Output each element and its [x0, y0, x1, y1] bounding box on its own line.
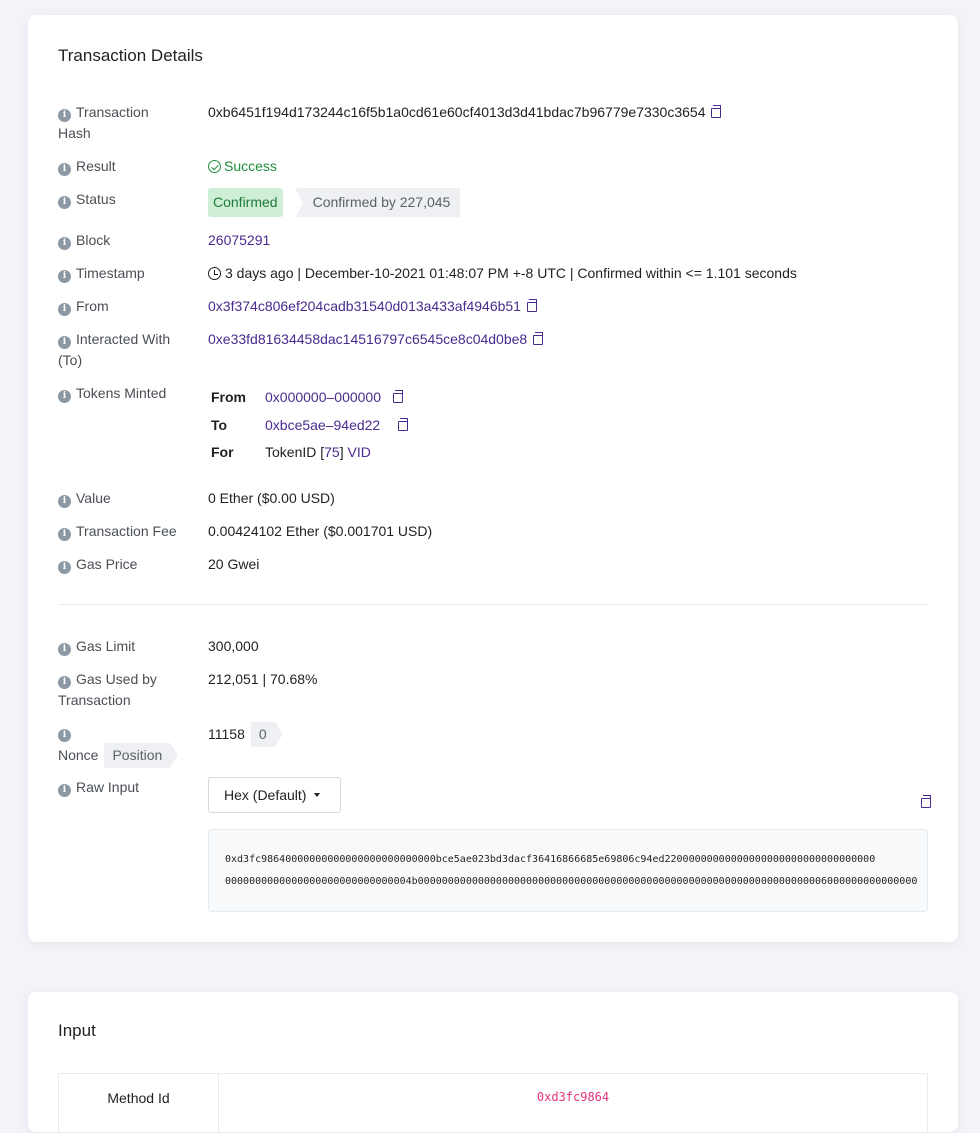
gas-used-label: i Gas Used by Transaction [58, 671, 157, 708]
to-label: i Interacted With (To) [58, 331, 171, 368]
value-text: 0 Ether ($0.00 USD) [208, 490, 335, 506]
position-badge: 0 [250, 722, 283, 747]
info-icon[interactable]: i [58, 495, 71, 508]
gas-limit-label: i Gas Limit [58, 636, 198, 657]
nonce-text: 11158 [208, 726, 245, 742]
info-icon[interactable]: i [58, 336, 71, 349]
info-icon[interactable]: i [58, 643, 71, 656]
token-id-link[interactable]: 75 [324, 444, 340, 460]
result-label: i Result [58, 156, 198, 177]
method-id-label: Method Id [59, 1074, 219, 1132]
from-value: 0x3f374c806ef204cadb31540d013a433af4946b… [208, 296, 537, 317]
gas-limit-text: 300,000 [208, 638, 259, 654]
value-label: i Value [58, 488, 198, 509]
copy-icon[interactable] [398, 418, 409, 431]
input-card: Input Method Id 0xd3fc9864 [28, 992, 958, 1133]
caret-down-icon [314, 793, 321, 797]
info-icon[interactable]: i [58, 270, 71, 283]
token-from-row: From 0x000000–000000 [211, 387, 404, 408]
transaction-details-card: Transaction Details i Transaction Hash 0xb… [28, 15, 958, 942]
tx-hash-label: i Transaction Hash [58, 104, 149, 141]
copy-icon[interactable] [526, 299, 537, 312]
nonce-label: i Nonce Position [58, 722, 208, 768]
info-icon[interactable]: i [58, 109, 71, 122]
copy-icon[interactable] [921, 795, 931, 808]
token-to-link[interactable]: 0xbce5ae–94ed22 [265, 417, 380, 433]
copy-icon[interactable] [533, 332, 544, 345]
raw-input-line-2: 0000000000000000000000000000004b00000000… [225, 876, 918, 887]
info-icon[interactable]: i [58, 303, 71, 316]
info-icon[interactable]: i [58, 528, 71, 541]
clock-icon [208, 267, 221, 280]
result-value: Success [208, 156, 277, 177]
status-value: Confirmed Confirmed by 227,045 [208, 188, 461, 218]
info-icon[interactable]: i [58, 676, 71, 689]
tx-hash-value: 0xb6451f194d173244c16f5b1a0cd61e60cf4013… [208, 102, 722, 123]
info-icon[interactable]: i [58, 390, 71, 403]
nonce-value: 11158 0 [208, 722, 283, 747]
input-title: Input [58, 1021, 96, 1040]
info-icon[interactable]: i [58, 784, 71, 797]
block-label: i Block [58, 230, 198, 251]
confirmations-badge: Confirmed by 227,045 [294, 188, 461, 218]
status-label: i Status [58, 189, 198, 210]
raw-input-line-1: 0xd3fc98640000000000000000000000000bce5a… [225, 854, 876, 865]
copy-icon[interactable] [393, 390, 404, 403]
status-badge: Confirmed [208, 188, 283, 217]
tokens-minted-label: i Tokens Minted [58, 383, 198, 404]
token-from-link[interactable]: 0x000000–000000 [265, 389, 381, 405]
raw-input-label: i Raw Input [58, 777, 198, 798]
method-id-value: 0xd3fc9864 [536, 1090, 610, 1104]
token-name-link[interactable]: VID [348, 444, 371, 460]
token-to-row: To 0xbce5ae–94ed22 [211, 415, 409, 436]
fee-label: i Transaction Fee [58, 521, 198, 542]
copy-icon[interactable] [711, 105, 722, 118]
info-icon[interactable]: i [58, 196, 71, 209]
timestamp-label: i Timestamp [58, 263, 198, 284]
timestamp-value: 3 days ago | December-10-2021 01:48:07 P… [208, 263, 797, 284]
info-icon[interactable]: i [58, 561, 71, 574]
raw-format-label: Hex (Default) [224, 787, 307, 803]
divider [58, 604, 928, 605]
raw-input-box[interactable]: 0xd3fc98640000000000000000000000000bce5a… [208, 829, 928, 912]
position-label-badge: Position [104, 743, 179, 768]
info-icon[interactable]: i [58, 729, 71, 742]
input-table: Method Id 0xd3fc9864 [58, 1073, 928, 1133]
result-text: Success [224, 158, 277, 174]
gas-price-label: i Gas Price [58, 554, 198, 575]
raw-format-dropdown[interactable]: Hex (Default) [208, 777, 341, 813]
gas-used-text: 212,051 | 70.68% [208, 671, 318, 687]
block-link[interactable]: 26075291 [208, 230, 270, 251]
from-label: i From [58, 296, 198, 317]
info-icon[interactable]: i [58, 237, 71, 250]
check-circle-icon [208, 160, 221, 173]
gas-price-text: 20 Gwei [208, 556, 260, 572]
timestamp-text: 3 days ago | December-10-2021 01:48:07 P… [225, 265, 797, 281]
tx-hash: 0xb6451f194d173244c16f5b1a0cd61e60cf4013… [208, 104, 706, 120]
to-value: 0xe33fd81634458dac14516797c6545ce8c04d0b… [208, 329, 544, 350]
from-address-link[interactable]: 0x3f374c806ef204cadb31540d013a433af4946b… [208, 298, 521, 314]
to-address-link[interactable]: 0xe33fd81634458dac14516797c6545ce8c04d0b… [208, 331, 527, 347]
card-title: Transaction Details [58, 46, 203, 65]
token-for-row: For TokenID [75] VID [211, 444, 371, 460]
fee-text: 0.00424102 Ether ($0.001701 USD) [208, 523, 433, 539]
info-icon[interactable]: i [58, 163, 71, 176]
